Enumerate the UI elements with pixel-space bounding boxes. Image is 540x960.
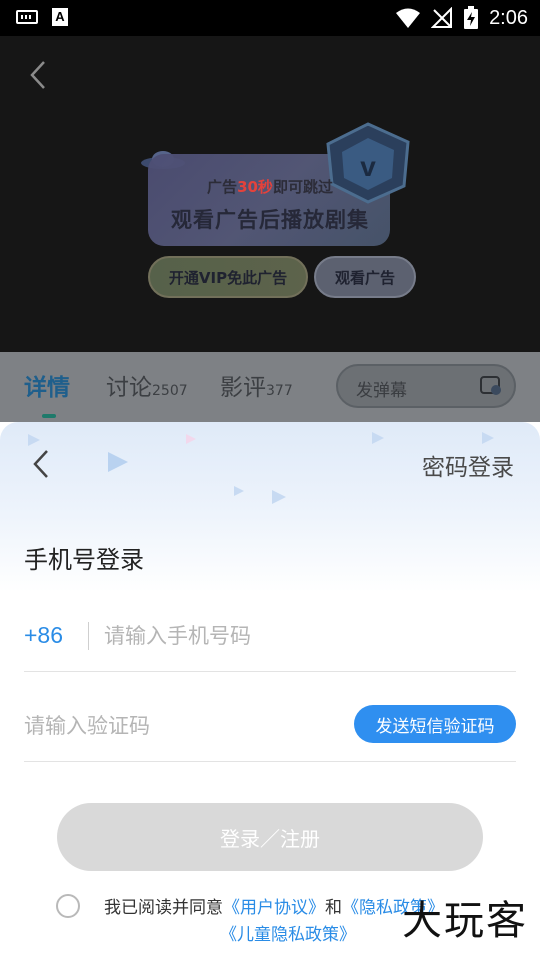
verification-code-input[interactable] <box>24 706 324 746</box>
play-decor-icon <box>186 434 196 444</box>
watch-ad-button[interactable]: 观看广告 <box>314 256 416 298</box>
code-field-row: 发送短信验证码 <box>24 702 516 762</box>
play-decor-icon <box>482 432 494 444</box>
play-decor-icon <box>108 452 128 472</box>
login-register-button[interactable]: 登录／注册 <box>57 803 483 871</box>
country-code[interactable]: +86 <box>24 622 63 649</box>
keyboard-icon <box>16 10 38 24</box>
tab-details[interactable]: 详情 <box>24 368 70 402</box>
tab-reviews[interactable]: 影评377 <box>220 368 293 402</box>
user-agreement-link[interactable]: 《用户协议》 <box>223 898 325 918</box>
no-signal-icon <box>431 7 453 28</box>
ad-message: 观看广告后播放剧集 <box>171 208 369 232</box>
tab-indicator <box>42 414 56 418</box>
danmu-settings-icon[interactable] <box>480 376 502 396</box>
agree-radio[interactable] <box>56 894 80 918</box>
phone-field-row: +86 <box>24 612 516 672</box>
login-sheet: 密码登录 手机号登录 +86 发送短信验证码 登录／注册 我已阅读并同意《用户协… <box>0 422 540 960</box>
watermark-logo: 大玩客 <box>402 898 528 944</box>
back-arrow-icon[interactable] <box>30 448 52 480</box>
phone-input[interactable] <box>104 616 504 656</box>
clock: 2:06 <box>489 6 528 29</box>
play-decor-icon <box>272 490 286 504</box>
ad-skip-text: 广告30秒即可跳过 <box>207 178 333 196</box>
play-decor-icon <box>234 486 244 496</box>
send-code-button[interactable]: 发送短信验证码 <box>354 705 516 743</box>
child-privacy-link[interactable]: 《儿童隐私政策》 <box>220 920 356 945</box>
back-arrow-icon[interactable] <box>26 58 54 92</box>
page-title: 手机号登录 <box>24 546 144 574</box>
detail-tabs: 详情 讨论2507 影评377 发弹幕 <box>0 352 540 422</box>
video-player[interactable]: v 广告30秒即可跳过 观看广告后播放剧集 开通VIP免此广告 观看广告 <box>0 36 540 352</box>
password-login-link[interactable]: 密码登录 <box>422 448 514 482</box>
status-bar: A 2:06 <box>0 0 540 36</box>
play-decor-icon <box>372 432 384 444</box>
danmu-input[interactable]: 发弹幕 <box>336 364 516 408</box>
tab-discussion[interactable]: 讨论2507 <box>106 368 188 402</box>
battery-charging-icon <box>464 6 479 29</box>
a-app-icon: A <box>52 8 68 26</box>
divider <box>88 622 89 650</box>
vip-remove-ads-button[interactable]: 开通VIP免此广告 <box>148 256 308 298</box>
wifi-icon <box>396 8 421 28</box>
play-decor-icon <box>28 434 40 446</box>
